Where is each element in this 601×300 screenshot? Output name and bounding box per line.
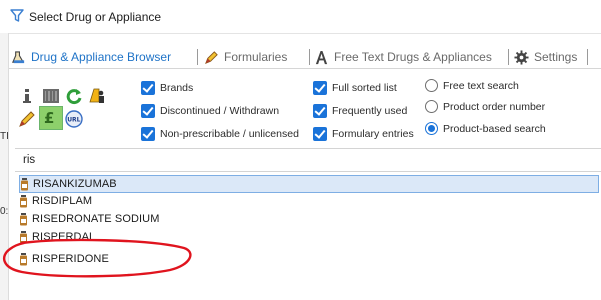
list-item-label: RISPERDAL — [32, 231, 96, 243]
warning-person-icon[interactable] — [86, 85, 108, 107]
checkbox-label: Brands — [160, 82, 194, 94]
tab-label: Drug & Appliance Browser — [31, 50, 172, 64]
tab-label: Formularies — [224, 50, 288, 64]
background-text: 0: — [0, 206, 9, 217]
info-icon[interactable] — [16, 85, 38, 107]
background-text: TI — [0, 131, 9, 142]
checkbox-label: Full sorted list — [332, 82, 397, 94]
checkbox-box[interactable] — [141, 81, 155, 95]
checkbox-box[interactable] — [141, 127, 155, 141]
list-item-risperdal[interactable]: RISPERDAL — [19, 229, 95, 245]
bottle-icon — [20, 194, 27, 207]
checkbox-brands[interactable]: Brands — [141, 81, 193, 95]
title-bar: Select Drug or Appliance — [0, 0, 601, 34]
barcode-icon[interactable] — [40, 85, 62, 107]
radio-label: Free text search — [443, 79, 519, 92]
tab-divider — [309, 49, 310, 65]
list-item-label: RISPERIDONE — [32, 253, 109, 265]
tab-settings[interactable]: Settings — [514, 48, 577, 66]
list-item-risankizumab[interactable]: RISANKIZUMAB — [19, 175, 599, 193]
flask-icon — [12, 50, 25, 63]
checkbox-discontinued-withdrawn[interactable]: Discontinued / Withdrawn — [141, 104, 279, 118]
radio-button[interactable] — [425, 100, 438, 113]
checkbox-label: Formulary entries — [332, 128, 414, 140]
bottle-icon — [20, 252, 27, 265]
checkbox-box[interactable] — [313, 104, 327, 118]
tab-divider — [197, 49, 198, 65]
checkbox-full-sorted-list[interactable]: Full sorted list — [313, 81, 397, 95]
window-title: Select Drug or Appliance — [29, 10, 162, 24]
list-item-risperidone[interactable]: RISPERIDONE — [19, 251, 109, 267]
url-icon[interactable]: URL — [63, 108, 85, 130]
radio-label: Product-based search — [443, 122, 546, 135]
checkbox-formulary-entries[interactable]: Formulary entries — [313, 127, 414, 141]
tab-label: Settings — [534, 50, 578, 64]
tab-formularies[interactable]: Formularies — [204, 48, 287, 66]
tab-divider — [587, 49, 588, 65]
tab-bar: Drug & Appliance Browser Formularies Fre… — [9, 44, 601, 69]
checkbox-label: Non-prescribable / unlicensed — [160, 128, 299, 140]
refresh-icon[interactable] — [63, 85, 85, 107]
svg-text:£: £ — [44, 109, 54, 127]
font-a-icon — [315, 50, 328, 64]
radio-button[interactable] — [425, 79, 438, 92]
radio-free-text-search[interactable]: Free text search — [425, 79, 519, 92]
list-item-label: RISDIPLAM — [32, 195, 93, 207]
list-item-risdiplam[interactable]: RISDIPLAM — [19, 193, 92, 209]
radio-product-order-number[interactable]: Product order number — [425, 100, 545, 113]
checkbox-box[interactable] — [313, 127, 327, 141]
search-input[interactable] — [23, 152, 523, 167]
results-list: RISANKIZUMAB RISDIPLAM RISEDRONATE SODIU… — [15, 174, 601, 300]
tab-drug-appliance-browser[interactable]: Drug & Appliance Browser — [11, 48, 171, 66]
checkbox-frequently-used[interactable]: Frequently used — [313, 104, 407, 118]
pound-icon[interactable]: £ — [39, 106, 63, 130]
radio-label: Product order number — [443, 100, 546, 113]
pen-icon — [205, 50, 218, 64]
list-item-label: RISANKIZUMAB — [33, 178, 117, 190]
tab-divider — [508, 49, 509, 65]
bottle-icon — [21, 177, 28, 190]
checkbox-label: Frequently used — [332, 105, 408, 117]
checkbox-non-prescribable[interactable]: Non-prescribable / unlicensed — [141, 127, 299, 141]
pen-icon[interactable] — [16, 108, 38, 130]
gear-icon — [514, 49, 529, 65]
list-item-risedronate-sodium[interactable]: RISEDRONATE SODIUM — [19, 211, 160, 227]
search-box — [15, 148, 601, 172]
checkbox-label: Discontinued / Withdrawn — [160, 105, 280, 117]
background-window: TI 0: — [0, 33, 9, 300]
bottle-icon — [20, 230, 27, 243]
bottle-icon — [20, 212, 27, 225]
tab-label: Free Text Drugs & Appliances — [334, 50, 492, 64]
funnel-icon — [10, 9, 24, 22]
checkbox-box[interactable] — [313, 81, 327, 95]
radio-button[interactable] — [425, 122, 438, 135]
radio-product-based-search[interactable]: Product-based search — [425, 122, 546, 135]
list-item-label: RISEDRONATE SODIUM — [32, 213, 160, 225]
svg-text:URL: URL — [67, 117, 80, 124]
checkbox-box[interactable] — [141, 104, 155, 118]
tab-free-text-drugs[interactable]: Free Text Drugs & Appliances — [314, 48, 492, 66]
